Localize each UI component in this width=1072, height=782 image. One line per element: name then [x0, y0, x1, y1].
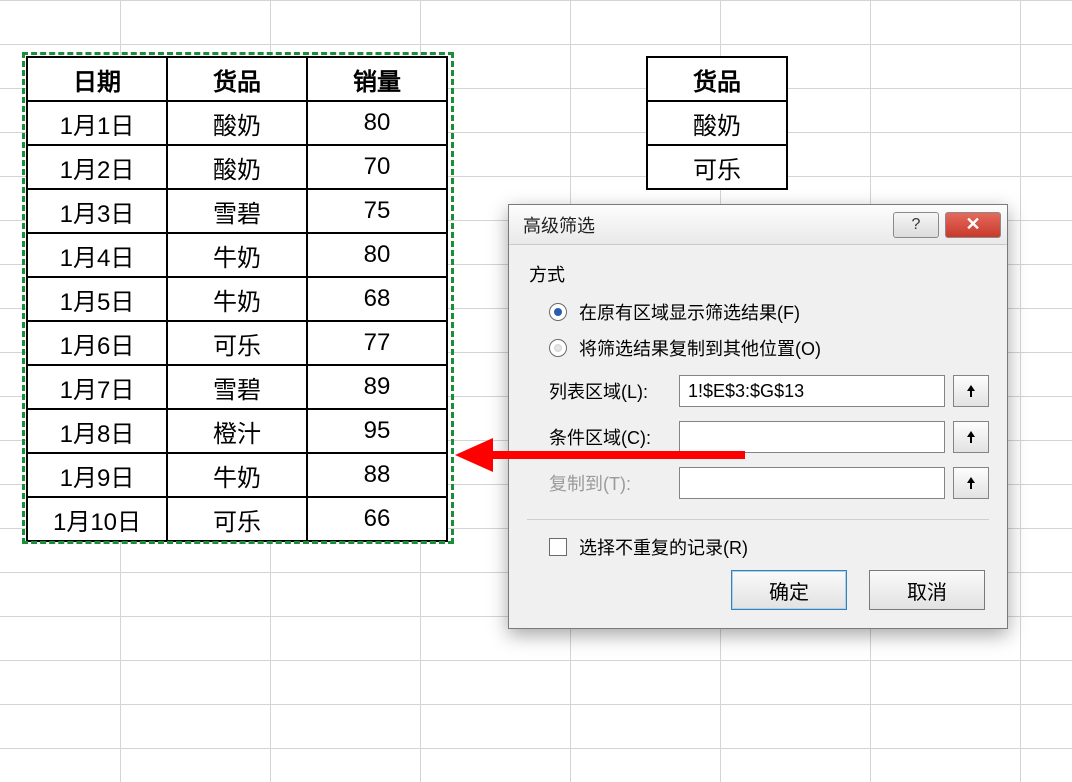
dialog-title: 高级筛选: [523, 212, 893, 238]
table-cell[interactable]: 1月5日: [27, 277, 167, 321]
radio-label: 将筛选结果复制到其他位置(O): [579, 335, 821, 361]
table-cell[interactable]: 雪碧: [167, 189, 307, 233]
table-row[interactable]: 1月3日雪碧75: [27, 189, 447, 233]
copyto-range-input: [679, 467, 945, 499]
table-cell[interactable]: 95: [307, 409, 447, 453]
table-cell[interactable]: 牛奶: [167, 453, 307, 497]
table-row[interactable]: 1月2日酸奶70: [27, 145, 447, 189]
table-cell[interactable]: 雪碧: [167, 365, 307, 409]
list-range-label: 列表区域(L):: [549, 378, 679, 404]
ok-button[interactable]: 确定: [731, 570, 847, 610]
table-row[interactable]: 酸奶: [647, 101, 787, 145]
table-row[interactable]: 1月10日可乐66: [27, 497, 447, 541]
radio-icon: [549, 339, 567, 357]
table-cell[interactable]: 牛奶: [167, 233, 307, 277]
cancel-button[interactable]: 取消: [869, 570, 985, 610]
dialog-titlebar[interactable]: 高级筛选 ? ✕: [509, 205, 1007, 245]
close-button[interactable]: ✕: [945, 212, 1001, 238]
table-cell[interactable]: 酸奶: [647, 101, 787, 145]
table-row[interactable]: 1月5日牛奶68: [27, 277, 447, 321]
checkbox-icon: [549, 538, 567, 556]
table-row[interactable]: 1月1日酸奶80: [27, 101, 447, 145]
criteria-range-picker-button[interactable]: [953, 421, 989, 453]
table-row[interactable]: 可乐: [647, 145, 787, 189]
table-cell[interactable]: 80: [307, 233, 447, 277]
table-cell[interactable]: 可乐: [167, 497, 307, 541]
table-cell[interactable]: 橙汁: [167, 409, 307, 453]
table-row[interactable]: 1月9日牛奶88: [27, 453, 447, 497]
table-cell[interactable]: 1月6日: [27, 321, 167, 365]
main-data-table: 日期货品销量 1月1日酸奶801月2日酸奶701月3日雪碧751月4日牛奶801…: [26, 56, 448, 542]
table-cell[interactable]: 酸奶: [167, 101, 307, 145]
column-header: 销量: [307, 57, 447, 101]
table-cell[interactable]: 1月7日: [27, 365, 167, 409]
table-cell[interactable]: 1月3日: [27, 189, 167, 233]
table-cell[interactable]: 酸奶: [167, 145, 307, 189]
column-header: 货品: [167, 57, 307, 101]
radio-filter-inplace[interactable]: 在原有区域显示筛选结果(F): [549, 299, 989, 325]
range-select-icon: [963, 383, 979, 399]
radio-copy-elsewhere[interactable]: 将筛选结果复制到其他位置(O): [549, 335, 989, 361]
criteria-range-label: 条件区域(C):: [549, 424, 679, 450]
copyto-range-label: 复制到(T):: [549, 470, 679, 496]
table-cell[interactable]: 1月2日: [27, 145, 167, 189]
table-cell[interactable]: 可乐: [647, 145, 787, 189]
table-cell[interactable]: 75: [307, 189, 447, 233]
table-row[interactable]: 1月6日可乐77: [27, 321, 447, 365]
range-select-icon: [963, 429, 979, 445]
column-header: 日期: [27, 57, 167, 101]
criteria-range-input[interactable]: [679, 421, 945, 453]
table-cell[interactable]: 89: [307, 365, 447, 409]
criteria-table: 货品 酸奶可乐: [646, 56, 788, 190]
criteria-header: 货品: [647, 57, 787, 101]
table-row[interactable]: 1月7日雪碧89: [27, 365, 447, 409]
table-cell[interactable]: 70: [307, 145, 447, 189]
radio-label: 在原有区域显示筛选结果(F): [579, 299, 800, 325]
list-range-picker-button[interactable]: [953, 375, 989, 407]
unique-records-checkbox[interactable]: 选择不重复的记录(R): [549, 534, 989, 560]
table-cell[interactable]: 1月10日: [27, 497, 167, 541]
help-button[interactable]: ?: [893, 212, 939, 238]
list-range-input[interactable]: [679, 375, 945, 407]
table-cell[interactable]: 1月8日: [27, 409, 167, 453]
table-cell[interactable]: 80: [307, 101, 447, 145]
range-select-icon: [963, 475, 979, 491]
table-cell[interactable]: 1月1日: [27, 101, 167, 145]
table-cell[interactable]: 1月4日: [27, 233, 167, 277]
table-cell[interactable]: 66: [307, 497, 447, 541]
mode-group-label: 方式: [529, 261, 989, 287]
table-cell[interactable]: 可乐: [167, 321, 307, 365]
table-cell[interactable]: 88: [307, 453, 447, 497]
table-cell[interactable]: 77: [307, 321, 447, 365]
advanced-filter-dialog: 高级筛选 ? ✕ 方式 在原有区域显示筛选结果(F) 将筛选结果复制到其他位置(…: [508, 204, 1008, 629]
table-cell[interactable]: 牛奶: [167, 277, 307, 321]
table-row[interactable]: 1月4日牛奶80: [27, 233, 447, 277]
table-row[interactable]: 1月8日橙汁95: [27, 409, 447, 453]
checkbox-label: 选择不重复的记录(R): [579, 534, 748, 560]
dialog-separator: [527, 519, 989, 520]
table-cell[interactable]: 1月9日: [27, 453, 167, 497]
radio-icon: [549, 303, 567, 321]
copyto-range-picker-button[interactable]: [953, 467, 989, 499]
table-cell[interactable]: 68: [307, 277, 447, 321]
